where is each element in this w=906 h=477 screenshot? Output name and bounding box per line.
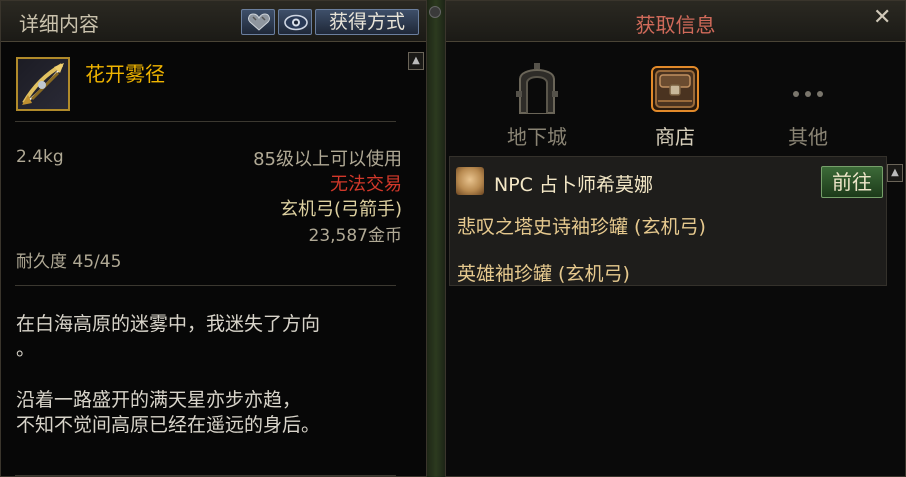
item-name: 花开雾径 <box>85 62 165 86</box>
eye-icon <box>284 14 308 31</box>
panel-gap <box>427 0 445 477</box>
divider <box>15 285 396 286</box>
panel-handle[interactable] <box>429 6 441 18</box>
panel-title: 详细内容 <box>19 12 99 36</box>
source-item: 英雄袖珍罐 (玄机弓) <box>457 263 630 285</box>
acquire-info-header: 获取信息 ✕ <box>446 1 905 42</box>
dungeon-gate-icon <box>516 63 558 114</box>
npc-avatar <box>456 167 484 195</box>
divider <box>15 475 396 476</box>
bow-weapon-icon[interactable] <box>16 57 70 111</box>
source-list: NPC 占卜师希莫娜 前往 悲叹之塔史诗袖珍罐 (玄机弓) 英雄袖珍罐 (玄机弓… <box>449 156 887 286</box>
description-line: 在白海高原的迷雾中，我迷失了方向 <box>16 313 321 335</box>
level-requirement: 85级以上可以使用 <box>253 149 402 170</box>
goto-button[interactable]: 前往 <box>821 166 883 198</box>
trade-status: 无法交易 <box>330 174 402 195</box>
divider <box>15 121 396 122</box>
description-line: 沿着一路盛开的满天星亦步亦趋， <box>16 389 302 411</box>
category-label: 地下城 <box>507 125 567 149</box>
close-icon[interactable]: ✕ <box>873 7 891 29</box>
description-line: 。 <box>16 338 36 360</box>
weapon-type: 玄机弓(弓箭手) <box>279 199 402 220</box>
more-dots-icon <box>793 91 823 97</box>
category-label: 商店 <box>655 125 695 149</box>
item-detail-panel: 详细内容 获得方式 花开雾径 ▲ 2.4kg 85级以上可以使用 无法交易 玄机… <box>0 0 427 477</box>
item-detail-header: 详细内容 获得方式 <box>1 1 426 42</box>
heart-icon <box>248 13 270 31</box>
favorite-button[interactable] <box>241 9 275 35</box>
preview-button[interactable] <box>278 9 312 35</box>
acquire-method-button[interactable]: 获得方式 <box>315 9 419 35</box>
acquire-info-panel: 获取信息 ✕ 地下城 商店 其他 NPC 占卜师希莫娜 前往 悲叹之塔史诗袖珍罐… <box>445 0 906 477</box>
scroll-up-button[interactable]: ▲ <box>408 52 424 70</box>
panel-title: 获取信息 <box>635 13 716 37</box>
category-label: 其他 <box>788 125 828 149</box>
item-weight: 2.4kg <box>16 147 64 167</box>
scroll-up-button[interactable]: ▲ <box>887 164 903 182</box>
shop-chest-icon <box>651 66 699 112</box>
source-item: 悲叹之塔史诗袖珍罐 (玄机弓) <box>457 216 706 238</box>
item-durability: 耐久度 45/45 <box>16 252 122 272</box>
description-line: 不知不觉间高原已经在遥远的身后。 <box>16 414 321 436</box>
npc-name: NPC 占卜师希莫娜 <box>494 174 653 196</box>
item-price: 23,587金币 <box>308 226 402 246</box>
